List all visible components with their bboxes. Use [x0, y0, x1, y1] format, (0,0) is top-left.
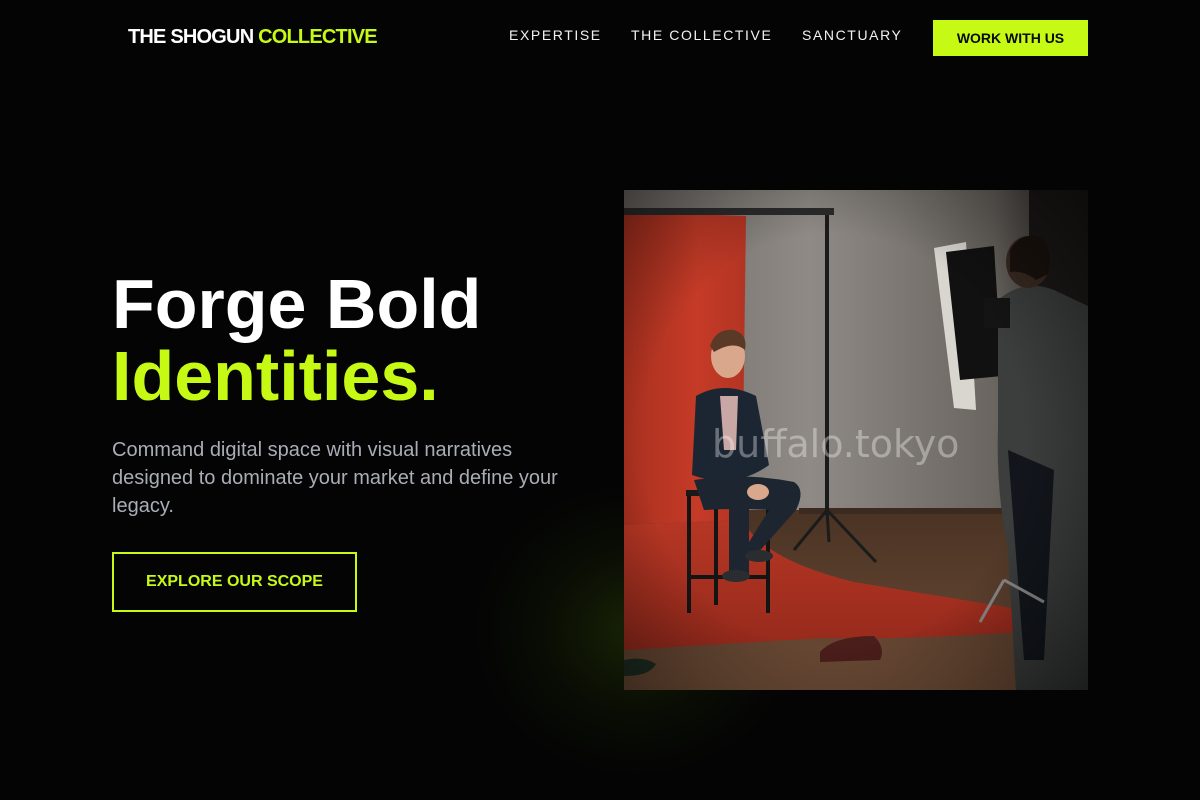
photo-watermark: buffalo.tokyo — [712, 422, 960, 466]
nav-link-sanctuary[interactable]: SANCTUARY — [802, 27, 903, 43]
nav-link-the-collective[interactable]: THE COLLECTIVE — [631, 27, 772, 43]
hero-subtitle: Command digital space with visual narrat… — [112, 439, 558, 517]
hero-title: Forge Bold Identities. — [112, 268, 481, 412]
work-with-us-button[interactable]: WORK WITH US — [933, 20, 1088, 56]
hero-title-line2: Identities. — [112, 337, 439, 415]
hero-photo: buffalo.tokyo — [624, 190, 1088, 690]
explore-scope-button[interactable]: EXPLORE OUR SCOPE — [112, 552, 357, 612]
hero-title-line1: Forge Bold — [112, 265, 482, 343]
nav-link-expertise[interactable]: EXPERTISE — [509, 27, 602, 43]
site-header: THE SHOGUN COLLECTIVE EXPERTISE THE COLL… — [0, 0, 1200, 76]
